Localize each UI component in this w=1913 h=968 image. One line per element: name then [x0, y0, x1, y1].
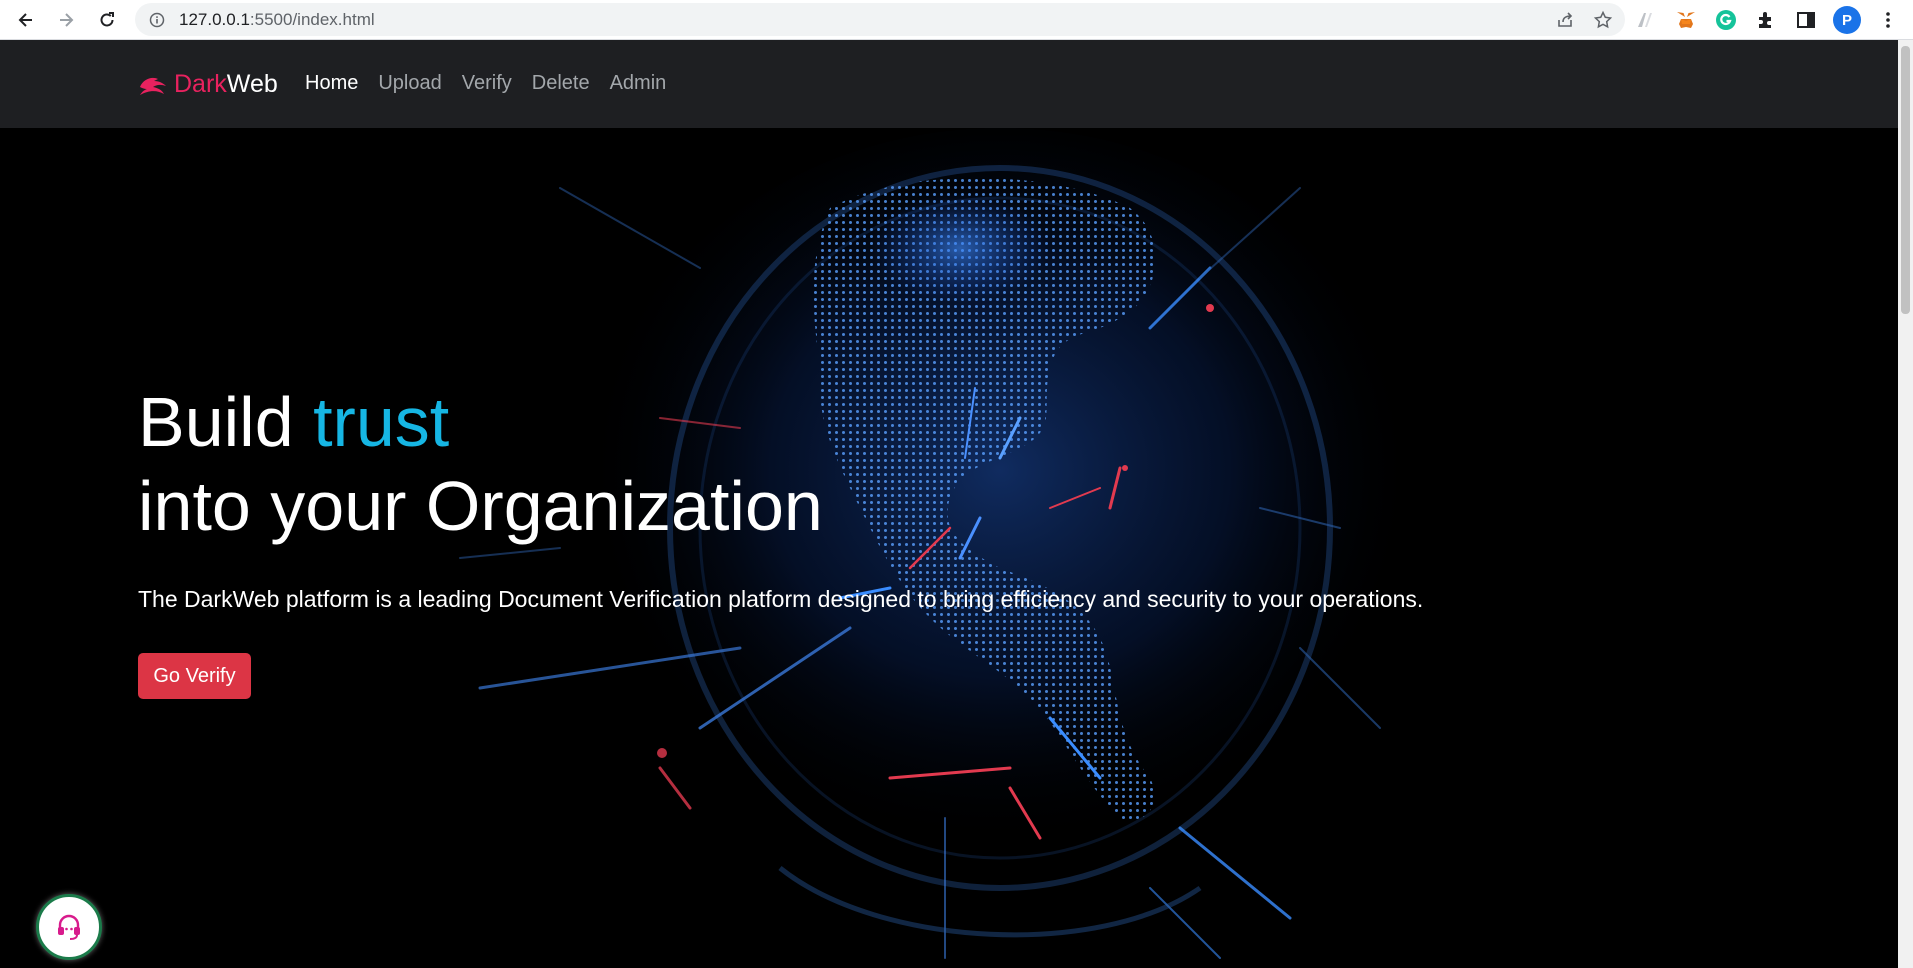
star-icon[interactable] [1593, 10, 1613, 30]
hero-title-line2: into your Organization [138, 467, 823, 545]
address-bar[interactable]: 127.0.0.1:5500/index.html [135, 3, 1625, 36]
hero-subtitle: The DarkWeb platform is a leading Docume… [138, 586, 1424, 612]
metamask-fox-icon[interactable] [1673, 7, 1699, 33]
grammarly-icon[interactable] [1713, 7, 1739, 33]
nav-links: Home Upload Verify Delete Admin [305, 72, 686, 95]
nav-link-verify[interactable]: Verify [462, 72, 512, 95]
page-viewport: DarkWeb Home Upload Verify Delete Admin [0, 40, 1898, 968]
back-icon[interactable] [10, 4, 42, 36]
extension-a-icon[interactable] [1633, 7, 1659, 33]
hero-title-part1: Build [138, 383, 314, 461]
brand-logo[interactable]: Dark Web [138, 70, 278, 99]
reload-icon[interactable] [91, 4, 123, 36]
hero-title-accent: trust [313, 383, 450, 461]
url-path: :5500/index.html [249, 9, 375, 29]
brand-logo-icon [140, 77, 166, 95]
headset-icon [58, 914, 80, 940]
share-icon[interactable] [1555, 10, 1575, 30]
browser-toolbar: 127.0.0.1:5500/index.html P [0, 0, 1913, 40]
hero-title: Build trust into your Organization [138, 380, 1423, 548]
brand-name-part1: Dark [174, 70, 227, 98]
sidepanel-icon[interactable] [1793, 7, 1819, 33]
support-chat-button[interactable] [36, 894, 102, 960]
extensions-icon[interactable] [1753, 7, 1779, 33]
url-host: 127.0.0.1 [179, 9, 250, 29]
profile-avatar[interactable]: P [1833, 6, 1861, 34]
go-verify-button[interactable]: Go Verify [138, 653, 251, 699]
nav-link-home[interactable]: Home [305, 72, 358, 95]
nav-link-upload[interactable]: Upload [378, 72, 441, 95]
info-icon[interactable] [149, 12, 165, 28]
hero-section: Build trust into your Organization The D… [0, 128, 1898, 968]
page-scrollbar[interactable] [1898, 40, 1913, 968]
forward-icon[interactable] [50, 4, 82, 36]
scrollbar-thumb[interactable] [1901, 46, 1910, 314]
nav-link-admin[interactable]: Admin [610, 72, 667, 95]
site-navbar: Dark Web Home Upload Verify Delete Admin [0, 40, 1898, 128]
hero-content: Build trust into your Organization The D… [138, 380, 1423, 699]
menu-icon[interactable] [1875, 7, 1901, 33]
nav-link-delete[interactable]: Delete [532, 72, 590, 95]
brand-name-part2: Web [226, 70, 278, 98]
url-text[interactable]: 127.0.0.1:5500/index.html [179, 10, 375, 30]
